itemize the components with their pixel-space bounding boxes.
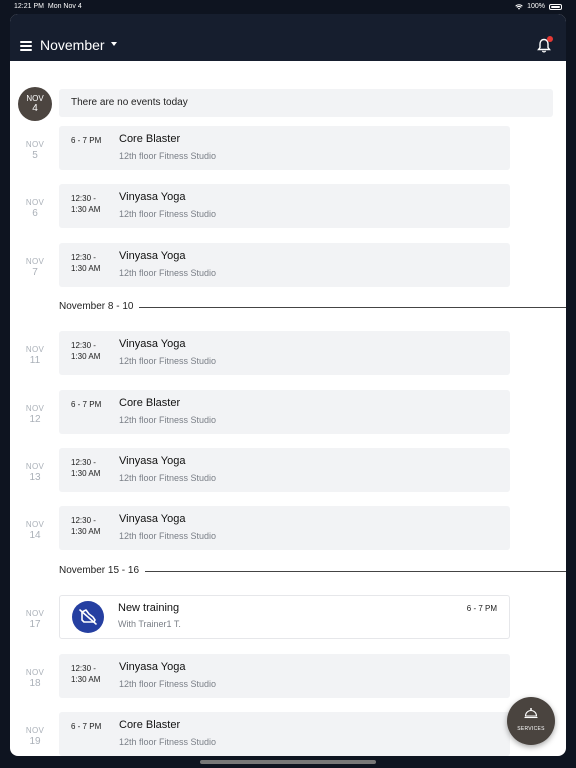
date-column: NOV 19	[10, 726, 60, 747]
event-time: 12:30 - 1:30 AM	[71, 664, 101, 684]
date-month: NOV	[25, 345, 45, 354]
event-title: Vinyasa Yoga	[119, 455, 186, 467]
date-day: 19	[29, 736, 41, 747]
event-title: Vinyasa Yoga	[119, 661, 186, 673]
event-time: 6 - 7 PM	[71, 400, 102, 409]
event-location: 12th floor Fitness Studio	[119, 737, 217, 747]
date-month: NOV	[25, 520, 45, 529]
event-title: Vinyasa Yoga	[119, 191, 186, 203]
event-card[interactable]: 6 - 7 PM Core Blaster 12th floor Fitness…	[59, 126, 510, 170]
event-location: 12th floor Fitness Studio	[119, 531, 217, 541]
event-title: Vinyasa Yoga	[119, 250, 186, 262]
date-day: 12	[29, 414, 41, 425]
date-month: NOV	[25, 668, 45, 677]
date-day: 4	[32, 103, 38, 114]
event-location: 12th floor Fitness Studio	[119, 356, 217, 366]
event-title: Core Blaster	[119, 133, 181, 145]
sneaker-icon	[79, 609, 97, 625]
status-bar: 12:21 PM Mon Nov 4 100%	[0, 0, 576, 14]
training-trainer: With Trainer1 T.	[118, 619, 181, 629]
date-column: NOV 17	[10, 609, 60, 630]
date-range-divider: November 15 - 16	[59, 565, 566, 577]
event-time: 12:30 - 1:30 AM	[71, 458, 101, 478]
event-location: 12th floor Fitness Studio	[119, 268, 217, 278]
training-title: New training	[118, 602, 180, 614]
event-card[interactable]: 12:30 - 1:30 AM Vinyasa Yoga 12th floor …	[59, 448, 510, 492]
month-selector[interactable]: November	[40, 37, 105, 53]
date-column: NOV 13	[10, 462, 60, 483]
date-column: NOV 5	[10, 140, 60, 161]
date-month: NOV	[25, 257, 45, 266]
app-window: November NOV 4 There are no events today…	[10, 14, 566, 756]
event-card[interactable]: 12:30 - 1:30 AM Vinyasa Yoga 12th floor …	[59, 243, 510, 287]
home-indicator[interactable]	[200, 760, 376, 764]
event-location: 12th floor Fitness Studio	[119, 415, 217, 425]
today-date-badge: NOV 4	[18, 87, 52, 121]
event-card[interactable]: 6 - 7 PM Core Blaster 12th floor Fitness…	[59, 712, 510, 756]
event-time: 12:30 - 1:30 AM	[71, 516, 101, 536]
app-header: November	[10, 14, 566, 61]
date-day: 18	[29, 678, 41, 689]
event-card[interactable]: 6 - 7 PM Core Blaster 12th floor Fitness…	[59, 390, 510, 434]
date-range-label: November 15 - 16	[59, 565, 146, 576]
date-day: 11	[29, 355, 41, 366]
date-day: 17	[29, 619, 41, 630]
event-title: Core Blaster	[119, 719, 181, 731]
date-day: 5	[32, 150, 38, 161]
event-location: 12th floor Fitness Studio	[119, 679, 217, 689]
event-title: Vinyasa Yoga	[119, 513, 186, 525]
date-column: NOV 14	[10, 520, 60, 541]
date-column: NOV 18	[10, 668, 60, 689]
date-day: 14	[29, 530, 41, 541]
date-column: NOV 6	[10, 198, 60, 219]
date-month: NOV	[25, 198, 45, 207]
event-location: 12th floor Fitness Studio	[119, 209, 217, 219]
event-card[interactable]: 12:30 - 1:30 AM Vinyasa Yoga 12th floor …	[59, 331, 510, 375]
wifi-icon	[515, 3, 523, 10]
event-card[interactable]: 12:30 - 1:30 AM Vinyasa Yoga 12th floor …	[59, 654, 510, 698]
event-card[interactable]: 12:30 - 1:30 AM Vinyasa Yoga 12th floor …	[59, 506, 510, 550]
event-location: 12th floor Fitness Studio	[119, 473, 217, 483]
battery-percent: 100%	[527, 3, 545, 10]
event-time: 12:30 - 1:30 AM	[71, 253, 101, 273]
services-label: SERVICES	[517, 726, 545, 732]
date-range-label: November 8 - 10	[59, 301, 140, 312]
event-time: 6 - 7 PM	[71, 136, 102, 145]
date-month: NOV	[25, 726, 45, 735]
trainer-avatar	[72, 601, 104, 633]
date-range-divider: November 8 - 10	[59, 301, 566, 313]
event-time: 6 - 7 PM	[71, 722, 102, 731]
status-right: 100%	[515, 3, 562, 10]
date-column: NOV 11	[10, 345, 60, 366]
event-card[interactable]: 12:30 - 1:30 AM Vinyasa Yoga 12th floor …	[59, 184, 510, 228]
status-time: 12:21 PM Mon Nov 4	[14, 3, 82, 10]
chevron-down-icon[interactable]	[111, 42, 117, 46]
date-month: NOV	[25, 140, 45, 149]
menu-icon[interactable]	[20, 41, 32, 51]
date-day: 13	[29, 472, 41, 483]
date-month: NOV	[25, 404, 45, 413]
no-events-card: There are no events today	[59, 89, 553, 117]
training-time: 6 - 7 PM	[466, 604, 497, 613]
training-card[interactable]: New training With Trainer1 T. 6 - 7 PM	[59, 595, 510, 639]
date-column: NOV 7	[10, 257, 60, 278]
event-title: Core Blaster	[119, 397, 181, 409]
event-time: 12:30 - 1:30 AM	[71, 194, 101, 214]
date-day: 6	[32, 208, 38, 219]
notification-badge	[547, 36, 553, 42]
date-column: NOV 12	[10, 404, 60, 425]
event-time: 12:30 - 1:30 AM	[71, 341, 101, 361]
service-bell-icon	[524, 708, 538, 719]
battery-icon	[549, 3, 562, 10]
date-month: NOV	[26, 94, 44, 103]
date-day: 7	[32, 267, 38, 278]
event-location: 12th floor Fitness Studio	[119, 151, 217, 161]
no-events-message: There are no events today	[71, 97, 188, 108]
date-month: NOV	[25, 609, 45, 618]
event-title: Vinyasa Yoga	[119, 338, 186, 350]
services-button[interactable]: SERVICES	[507, 697, 555, 745]
date-month: NOV	[25, 462, 45, 471]
